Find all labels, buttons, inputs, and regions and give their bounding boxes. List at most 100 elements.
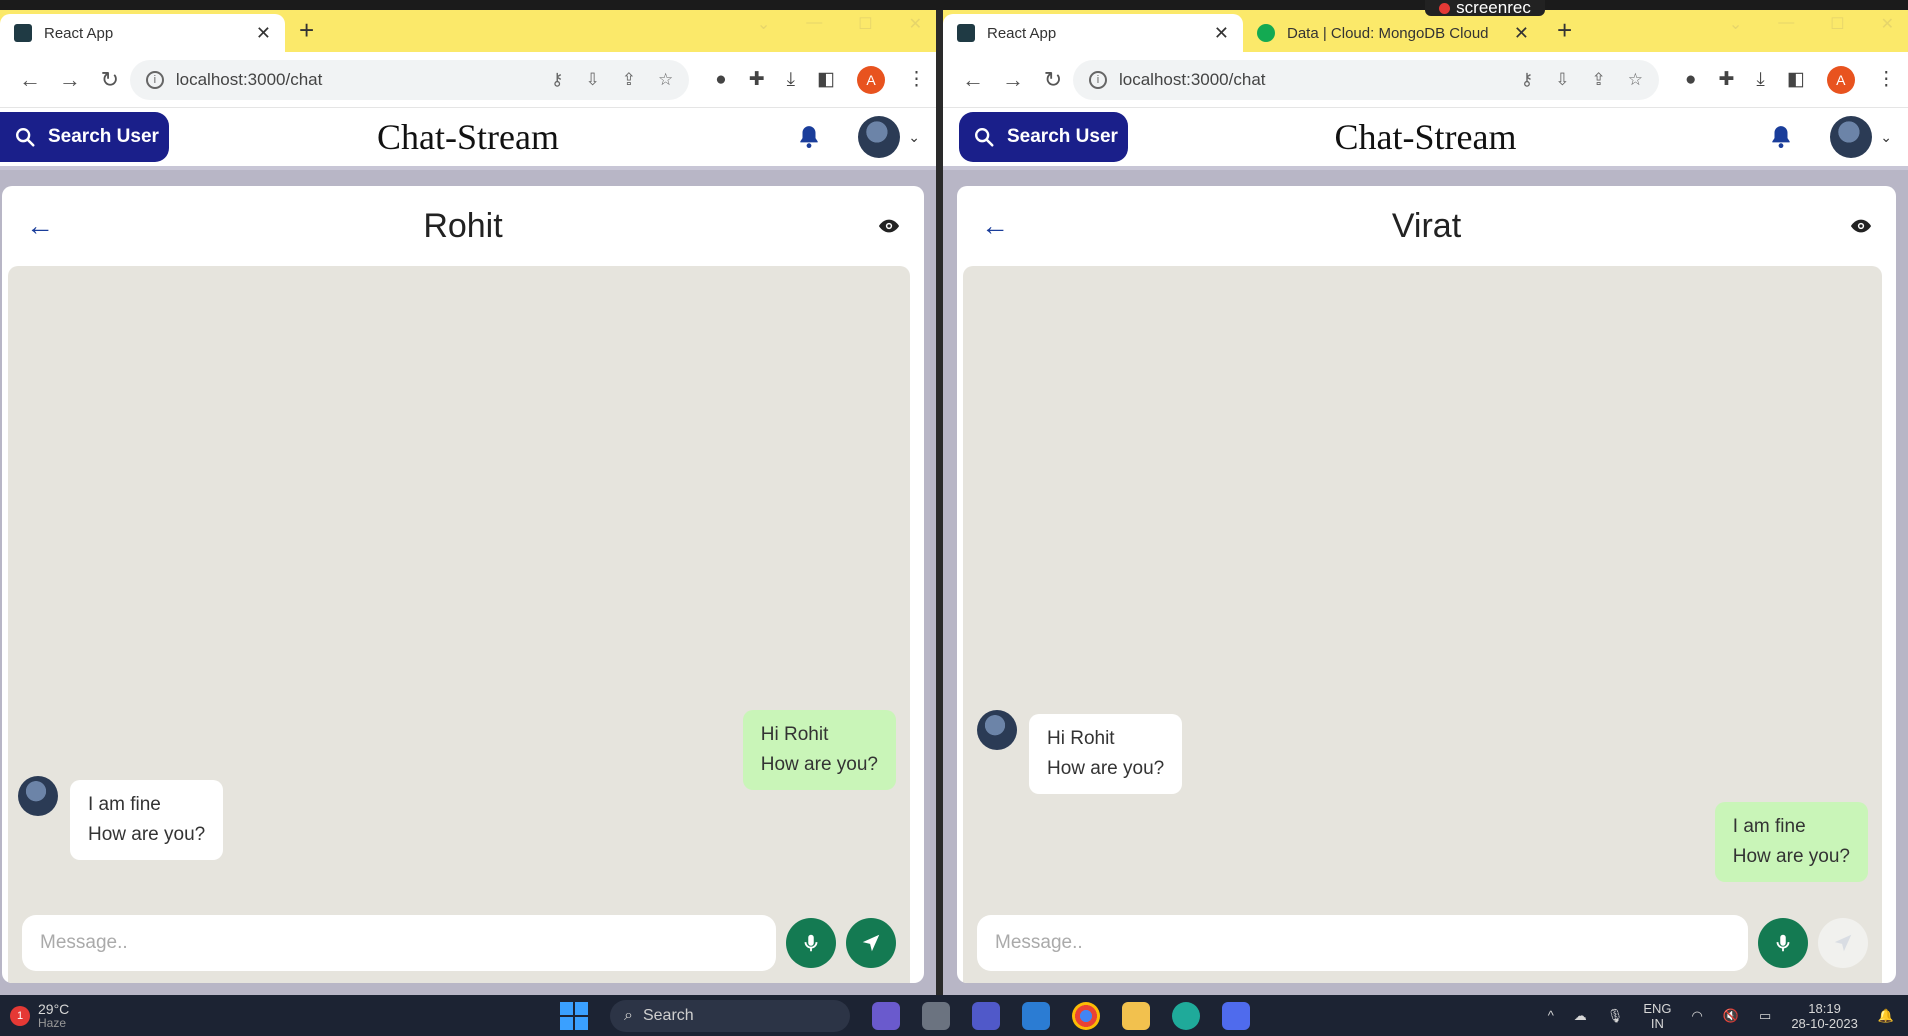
close-tab-icon[interactable]: ✕	[1514, 23, 1529, 44]
chat-app: Search User Chat-Stream ⌄ ← Virat Hi Roh…	[943, 108, 1908, 995]
side-panel-icon[interactable]: ◧	[1787, 68, 1805, 91]
window-controls: ⌄ — ☐ ✕	[1729, 14, 1894, 34]
message-list: Hi Rohit How are you? I am fine How are …	[8, 266, 910, 983]
share-icon[interactable]: ⇪	[622, 70, 636, 90]
message-line: I am fine	[88, 794, 161, 815]
clock[interactable]: 18:19 28-10-2023	[1791, 1001, 1858, 1031]
speaker-muted-icon[interactable]: 🔇	[1723, 1008, 1739, 1024]
app-header: Search User Chat-Stream ⌄	[943, 108, 1908, 170]
message-input[interactable]	[977, 915, 1748, 971]
send-button[interactable]	[1818, 918, 1868, 968]
close-tab-icon[interactable]: ✕	[1214, 23, 1229, 44]
profile-menu[interactable]: ⌄	[1830, 116, 1892, 158]
extension-bug-icon[interactable]: ●	[715, 69, 726, 91]
chrome-icon[interactable]	[1072, 1001, 1100, 1030]
maximize-icon[interactable]: ☐	[858, 14, 872, 34]
view-profile-eye-icon[interactable]	[878, 215, 900, 237]
menu-kebab-icon[interactable]: ⋮	[1877, 68, 1896, 91]
window-divider	[936, 10, 943, 995]
site-info-icon[interactable]: i	[145, 70, 164, 89]
tab-react-app[interactable]: React App ✕	[0, 14, 285, 52]
browser-window-right: React App ✕ Data | Cloud: MongoDB Cloud …	[943, 10, 1908, 995]
new-tab-button[interactable]: +	[299, 15, 314, 46]
close-window-icon[interactable]: ✕	[1881, 14, 1894, 34]
taskbar-search[interactable]: ⌕ Search	[610, 999, 850, 1032]
notification-icon[interactable]: 🔔	[1878, 1008, 1894, 1024]
recorder-label: screenrec	[1456, 0, 1531, 17]
back-icon[interactable]: ←	[10, 67, 50, 93]
maximize-icon[interactable]: ☐	[1830, 14, 1844, 34]
wifi-icon[interactable]: ◠	[1691, 1008, 1702, 1024]
key-icon[interactable]: ⚷	[1521, 70, 1533, 90]
teams-chat-icon[interactable]	[872, 1001, 900, 1030]
message-line: Hi Rohit	[1047, 728, 1115, 749]
tab-react-app[interactable]: React App ✕	[943, 14, 1243, 52]
edge-icon[interactable]	[1172, 1001, 1200, 1030]
profile-avatar[interactable]: A	[1826, 65, 1855, 94]
site-info-icon[interactable]: i	[1089, 70, 1107, 89]
send-button[interactable]	[846, 918, 896, 968]
menu-kebab-icon[interactable]: ⋮	[907, 68, 926, 91]
search-user-button[interactable]: Search User	[0, 112, 169, 162]
back-icon[interactable]: ←	[953, 67, 993, 93]
message-bubble: Hi Rohit How are you?	[1029, 714, 1183, 794]
address-bar[interactable]: i localhost:3000/chat ⚷ ⇩ ⇪ ☆	[129, 59, 690, 100]
extensions-puzzle-icon[interactable]: ✚	[749, 68, 765, 91]
windows-taskbar: 1 29°C Haze ⌕ Search ^ ☁ 🎙 ENG IN ◠ 🔇 ▭	[0, 995, 1908, 1036]
mongodb-icon	[1257, 24, 1275, 42]
store-icon[interactable]	[1222, 1001, 1250, 1030]
downloads-icon[interactable]: ⤓	[1756, 69, 1764, 91]
windows-start-icon[interactable]	[560, 1001, 588, 1030]
message-incoming: I am fine How are you?	[18, 776, 224, 860]
clock-date: 28-10-2023	[1791, 1015, 1858, 1031]
extensions-puzzle-icon[interactable]: ✚	[1718, 68, 1734, 91]
notification-bell-icon[interactable]	[1768, 124, 1794, 150]
message-bubble: I am fine How are you?	[1714, 802, 1868, 882]
tab-mongodb-cloud[interactable]: Data | Cloud: MongoDB Cloud ✕	[1243, 14, 1543, 52]
forward-icon[interactable]: →	[993, 67, 1033, 93]
install-icon[interactable]: ⇩	[585, 70, 599, 90]
share-icon[interactable]: ⇪	[1592, 70, 1606, 90]
back-arrow-icon[interactable]: ←	[981, 210, 1009, 242]
language-indicator[interactable]: ENG IN	[1643, 1001, 1671, 1031]
microphone-icon[interactable]: 🎙	[1607, 1008, 1624, 1024]
message-input[interactable]	[22, 915, 776, 971]
back-arrow-icon[interactable]: ←	[26, 210, 54, 242]
install-icon[interactable]: ⇩	[1555, 70, 1569, 90]
reload-icon[interactable]: ↻	[1033, 67, 1073, 93]
minimize-icon[interactable]: —	[806, 14, 822, 34]
mic-button[interactable]	[786, 918, 836, 968]
tab-search-icon[interactable]: ⌄	[1729, 14, 1742, 34]
chevron-up-icon[interactable]: ^	[1548, 1008, 1554, 1023]
search-user-label: Search User	[48, 126, 159, 147]
bookmark-star-icon[interactable]: ☆	[658, 70, 673, 90]
notification-bell-icon[interactable]	[796, 124, 822, 150]
teams-icon[interactable]	[972, 1001, 1000, 1030]
bookmark-star-icon[interactable]: ☆	[1628, 70, 1643, 90]
search-user-button[interactable]: Search User	[959, 112, 1128, 162]
message-line: How are you?	[760, 754, 878, 775]
vscode-icon[interactable]	[1022, 1001, 1050, 1030]
extension-bug-icon[interactable]: ●	[1685, 69, 1696, 91]
file-explorer-icon[interactable]	[1122, 1001, 1150, 1030]
close-window-icon[interactable]: ✕	[909, 14, 922, 34]
cloud-icon[interactable]: ☁	[1574, 1008, 1587, 1024]
key-icon[interactable]: ⚷	[551, 70, 563, 90]
new-tab-button[interactable]: +	[1557, 15, 1572, 46]
forward-icon[interactable]: →	[50, 67, 90, 93]
reload-icon[interactable]: ↻	[90, 67, 130, 93]
profile-avatar[interactable]: A	[857, 65, 885, 94]
minimize-icon[interactable]: —	[1778, 14, 1794, 34]
task-view-icon[interactable]	[922, 1001, 950, 1030]
downloads-icon[interactable]: ⤓	[787, 69, 795, 91]
battery-icon[interactable]: ▭	[1759, 1008, 1771, 1024]
address-bar[interactable]: i localhost:3000/chat ⚷ ⇩ ⇪ ☆	[1073, 59, 1659, 100]
weather-widget[interactable]: 1 29°C Haze	[10, 1002, 69, 1030]
view-profile-eye-icon[interactable]	[1850, 215, 1872, 237]
tab-search-icon[interactable]: ⌄	[757, 14, 770, 34]
clock-time: 18:19	[1808, 1000, 1841, 1016]
side-panel-icon[interactable]: ◧	[817, 68, 835, 91]
close-tab-icon[interactable]: ✕	[256, 23, 271, 44]
profile-menu[interactable]: ⌄	[858, 116, 920, 158]
mic-button[interactable]	[1758, 918, 1808, 968]
